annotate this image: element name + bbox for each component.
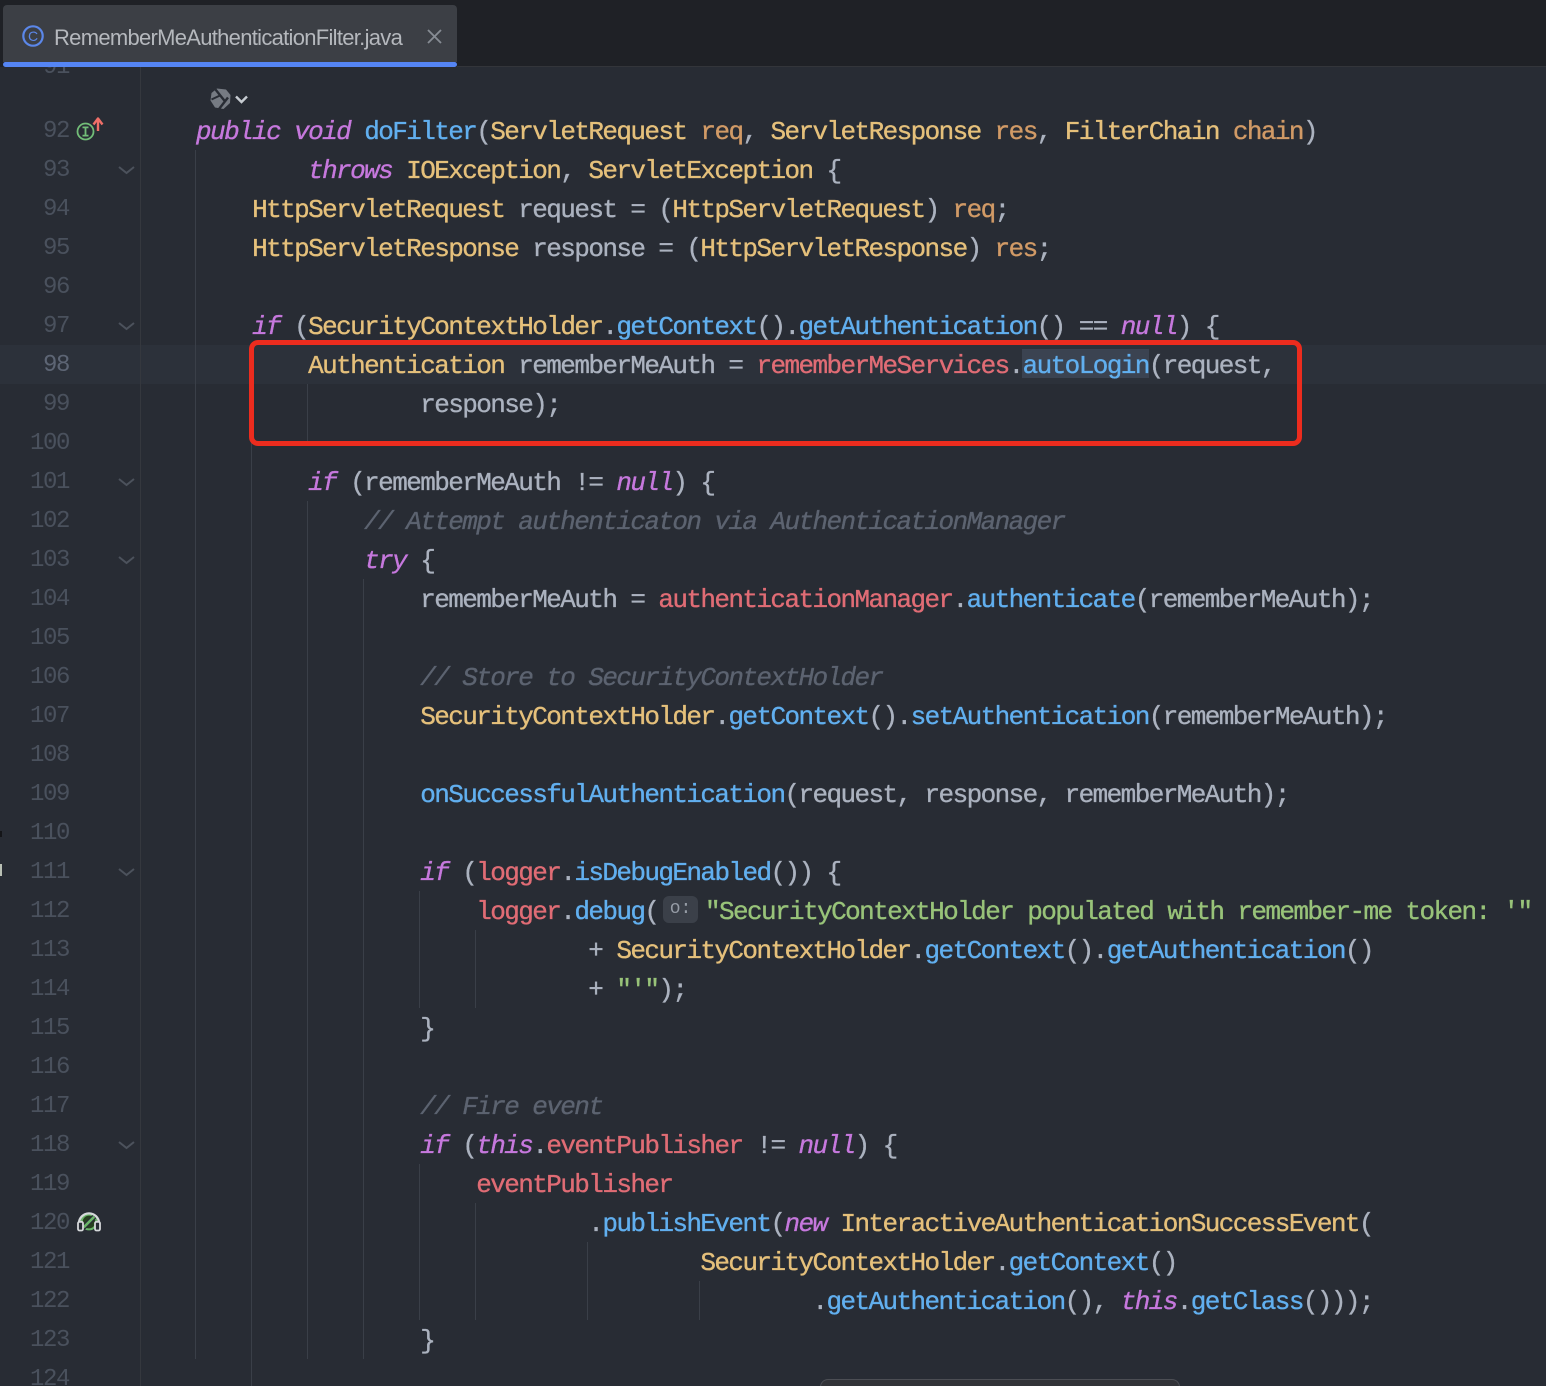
svg-text:C: C: [28, 28, 38, 44]
